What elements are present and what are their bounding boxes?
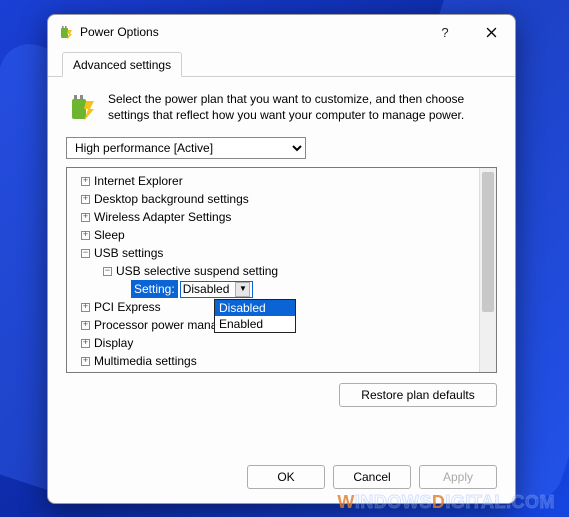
restore-defaults-button[interactable]: Restore plan defaults xyxy=(339,383,497,407)
dropdown-option-enabled[interactable]: Enabled xyxy=(215,316,295,332)
battery-icon xyxy=(66,91,98,123)
tree-item-display[interactable]: +Display xyxy=(69,334,494,352)
tree-setting-row[interactable]: Setting:Disabled▼ xyxy=(69,280,494,298)
ok-button[interactable]: OK xyxy=(247,465,325,489)
settings-tree[interactable]: +Internet Explorer +Desktop background s… xyxy=(69,172,494,370)
expand-icon[interactable]: + xyxy=(81,357,90,366)
apply-button[interactable]: Apply xyxy=(419,465,497,489)
expand-icon[interactable]: + xyxy=(81,213,90,222)
expand-icon[interactable]: + xyxy=(81,177,90,186)
tree-item-sleep[interactable]: +Sleep xyxy=(69,226,494,244)
setting-value-combo[interactable]: Disabled▼ xyxy=(180,281,254,298)
tree-item-desktop-background[interactable]: +Desktop background settings xyxy=(69,190,494,208)
settings-tree-panel: +Internet Explorer +Desktop background s… xyxy=(66,167,497,373)
collapse-icon[interactable]: − xyxy=(81,249,90,258)
chevron-down-icon[interactable]: ▼ xyxy=(235,282,250,297)
titlebar: Power Options ? xyxy=(48,15,515,49)
tree-item-internet-explorer[interactable]: +Internet Explorer xyxy=(69,172,494,190)
description-text: Select the power plan that you want to c… xyxy=(108,91,497,123)
power-options-dialog: Power Options ? Advanced settings Select… xyxy=(47,14,516,504)
expand-icon[interactable]: + xyxy=(81,195,90,204)
power-plan-select[interactable]: High performance [Active] xyxy=(66,137,306,159)
window-title: Power Options xyxy=(80,25,419,39)
setting-dropdown-list[interactable]: Disabled Enabled xyxy=(214,299,296,333)
expand-icon[interactable]: + xyxy=(81,321,90,330)
help-button[interactable]: ? xyxy=(425,18,465,46)
close-button[interactable] xyxy=(471,18,511,46)
tree-item-usb-settings[interactable]: −USB settings xyxy=(69,244,494,262)
tab-strip: Advanced settings xyxy=(48,49,515,77)
cancel-button[interactable]: Cancel xyxy=(333,465,411,489)
collapse-icon[interactable]: − xyxy=(103,267,112,276)
setting-label: Setting: xyxy=(131,280,178,298)
dropdown-option-disabled[interactable]: Disabled xyxy=(215,300,295,316)
tree-item-usb-selective-suspend[interactable]: −USB selective suspend setting xyxy=(69,262,494,280)
tab-advanced-settings[interactable]: Advanced settings xyxy=(62,52,182,77)
watermark: WINDOWSDIGITAL.COM xyxy=(337,492,555,513)
expand-icon[interactable]: + xyxy=(81,231,90,240)
scrollbar[interactable] xyxy=(479,168,496,372)
tree-item-multimedia[interactable]: +Multimedia settings xyxy=(69,352,494,370)
expand-icon[interactable]: + xyxy=(81,303,90,312)
tree-item-wireless-adapter[interactable]: +Wireless Adapter Settings xyxy=(69,208,494,226)
power-plan-icon xyxy=(58,24,74,40)
expand-icon[interactable]: + xyxy=(81,339,90,348)
